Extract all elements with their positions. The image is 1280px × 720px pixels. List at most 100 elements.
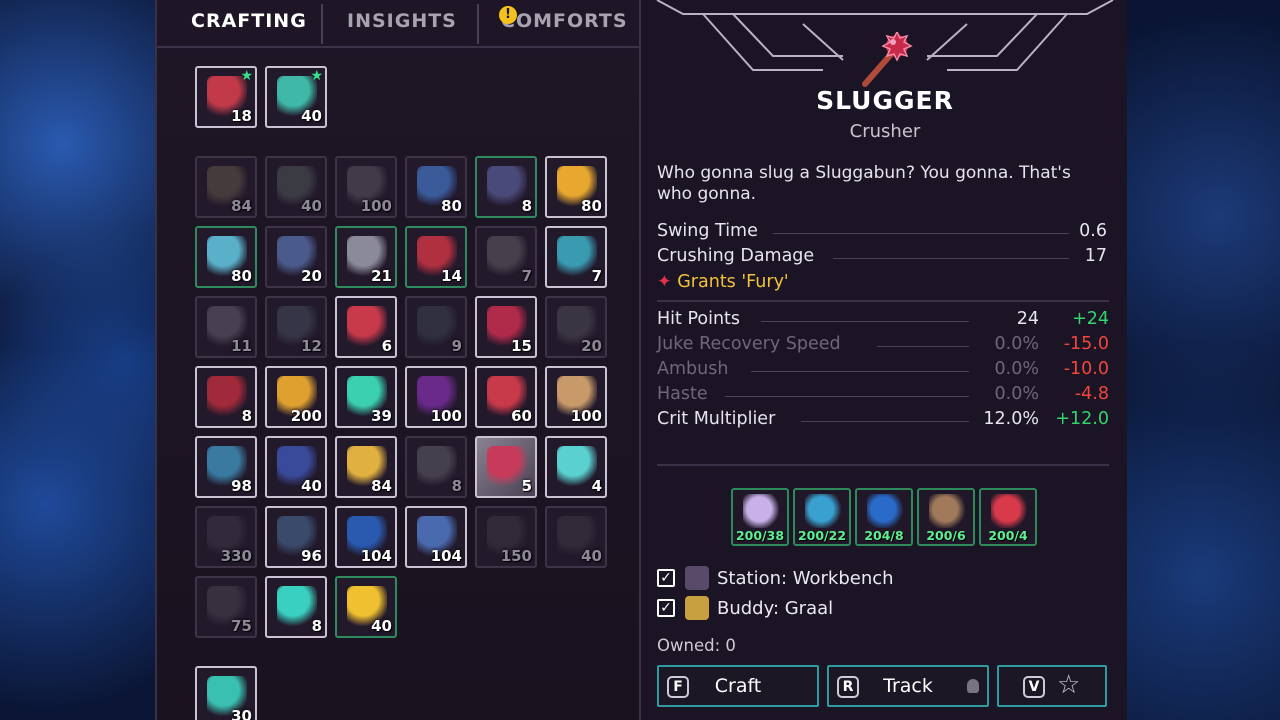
item-count: 100 <box>430 407 462 425</box>
stat-value: 12.0% <box>983 409 1039 429</box>
material-slot[interactable]: 204/8 <box>855 488 913 546</box>
stat-value: 17 <box>1084 246 1107 266</box>
inventory-slot[interactable]: 8 <box>405 436 467 498</box>
inventory-slot[interactable]: 7 <box>545 226 607 288</box>
inventory-slot[interactable]: 80 <box>545 156 607 218</box>
item-count: 6 <box>381 337 392 355</box>
favorite-star-icon: ★ <box>240 68 253 84</box>
stat-row: Swing Time 0.6 <box>657 221 1109 243</box>
checkbox-checked-icon: ✓ <box>657 569 675 587</box>
inventory-slot[interactable]: 100 <box>405 366 467 428</box>
inventory-slot[interactable]: 9 <box>405 296 467 358</box>
inventory-slot[interactable]: 104 <box>335 506 397 568</box>
inventory-slot[interactable]: 40 <box>265 436 327 498</box>
inventory-slot[interactable]: 200 <box>265 366 327 428</box>
inventory-slot[interactable]: 75 <box>195 576 257 638</box>
inventory-slot[interactable]: 80 <box>195 226 257 288</box>
inventory-slot[interactable]: 150 <box>475 506 537 568</box>
background-right <box>1125 0 1280 720</box>
item-count: 40 <box>301 477 322 495</box>
tab-divider <box>477 4 479 44</box>
stat-leader <box>751 371 969 372</box>
item-count: 39 <box>371 407 392 425</box>
inventory-slot[interactable]: 30 <box>195 666 257 720</box>
inventory-slot[interactable]: 8 <box>195 366 257 428</box>
item-count: 96 <box>301 547 322 565</box>
item-count: 60 <box>511 407 532 425</box>
stat-value: 0.6 <box>1079 221 1107 241</box>
item-count: 80 <box>441 197 462 215</box>
item-count: 7 <box>591 267 602 285</box>
favorite-slot[interactable]: 40 ★ <box>265 66 327 128</box>
tab-crafting[interactable]: CRAFTING <box>191 10 307 40</box>
track-button[interactable]: R Track <box>827 665 989 707</box>
inventory-slot[interactable]: 100 <box>545 366 607 428</box>
item-count: 98 <box>231 477 252 495</box>
inventory-slot[interactable]: 96 <box>265 506 327 568</box>
item-count: 80 <box>581 197 602 215</box>
item-count: 84 <box>231 197 252 215</box>
inventory-slot[interactable]: 40 <box>265 156 327 218</box>
favorite-button[interactable]: V ☆ <box>997 665 1107 707</box>
inventory-slot[interactable]: 84 <box>335 436 397 498</box>
craft-button[interactable]: F Craft <box>657 665 819 707</box>
divider <box>657 464 1109 466</box>
material-slot[interactable]: 200/6 <box>917 488 975 546</box>
slugger-weapon-icon <box>862 32 913 87</box>
stat-leader <box>725 396 969 397</box>
inventory-slot[interactable]: 5 <box>475 436 537 498</box>
inventory-slot[interactable]: 20 <box>545 296 607 358</box>
star-outline-icon: ☆ <box>1057 670 1081 700</box>
tab-comforts[interactable]: COMFORTS <box>501 10 628 40</box>
item-name: SLUGGER <box>816 86 954 115</box>
item-type: Crusher <box>849 121 921 142</box>
inventory-slot[interactable]: 104 <box>405 506 467 568</box>
favorite-slot[interactable]: 18 ★ <box>195 66 257 128</box>
graal-buddy-icon <box>685 596 709 620</box>
item-count: 200 <box>290 407 322 425</box>
inventory-slot[interactable]: 100 <box>335 156 397 218</box>
stat-label: Ambush <box>657 359 729 379</box>
material-slot[interactable]: 200/22 <box>793 488 851 546</box>
recipe-list-pane: CRAFTING INSIGHTS COMFORTS ! 18 ★ 40 ★ 84 40… <box>157 0 641 720</box>
stat-value: 0.0% <box>994 334 1039 354</box>
material-slot[interactable]: 200/4 <box>979 488 1037 546</box>
stat-label: Juke Recovery Speed <box>657 334 841 354</box>
item-count: 104 <box>430 547 462 565</box>
tab-insights[interactable]: INSIGHTS <box>347 10 457 40</box>
stat-leader <box>773 233 1069 234</box>
inventory-slot[interactable]: 40 <box>335 576 397 638</box>
inventory-slot[interactable]: 4 <box>545 436 607 498</box>
inventory-slot[interactable]: 40 <box>545 506 607 568</box>
inventory-slot[interactable]: 6 <box>335 296 397 358</box>
inventory-slot[interactable]: 98 <box>195 436 257 498</box>
item-count: 4 <box>591 477 602 495</box>
inventory-slot[interactable]: 80 <box>405 156 467 218</box>
inventory-slot[interactable]: 21 <box>335 226 397 288</box>
inventory-slot[interactable]: 39 <box>335 366 397 428</box>
inventory-slot[interactable]: 20 <box>265 226 327 288</box>
inventory-slot[interactable]: 84 <box>195 156 257 218</box>
background-left <box>0 0 155 720</box>
divider <box>657 300 1109 302</box>
inventory-slot[interactable]: 8 <box>475 156 537 218</box>
inventory-slot[interactable]: 12 <box>265 296 327 358</box>
item-count: 7 <box>521 267 532 285</box>
clam-shell-icon <box>805 494 841 528</box>
inventory-slot[interactable]: 15 <box>475 296 537 358</box>
inventory-slot[interactable]: 11 <box>195 296 257 358</box>
material-slot[interactable]: 200/38 <box>731 488 789 546</box>
inventory-slot[interactable]: 8 <box>265 576 327 638</box>
inventory-slot[interactable]: 7 <box>475 226 537 288</box>
inventory-slot[interactable]: 14 <box>405 226 467 288</box>
material-count: 200/6 <box>926 528 966 543</box>
red-tongue-icon <box>991 494 1027 528</box>
inventory-slot[interactable]: 330 <box>195 506 257 568</box>
inventory-slot[interactable]: 60 <box>475 366 537 428</box>
item-count: 100 <box>360 197 392 215</box>
fury-icon: ✦ <box>657 272 672 292</box>
compare-stat-row: Juke Recovery Speed 0.0% -15.0 <box>657 334 1109 356</box>
stat-value: 0.0% <box>994 359 1039 379</box>
item-count: 20 <box>581 337 602 355</box>
item-count: 11 <box>231 337 252 355</box>
